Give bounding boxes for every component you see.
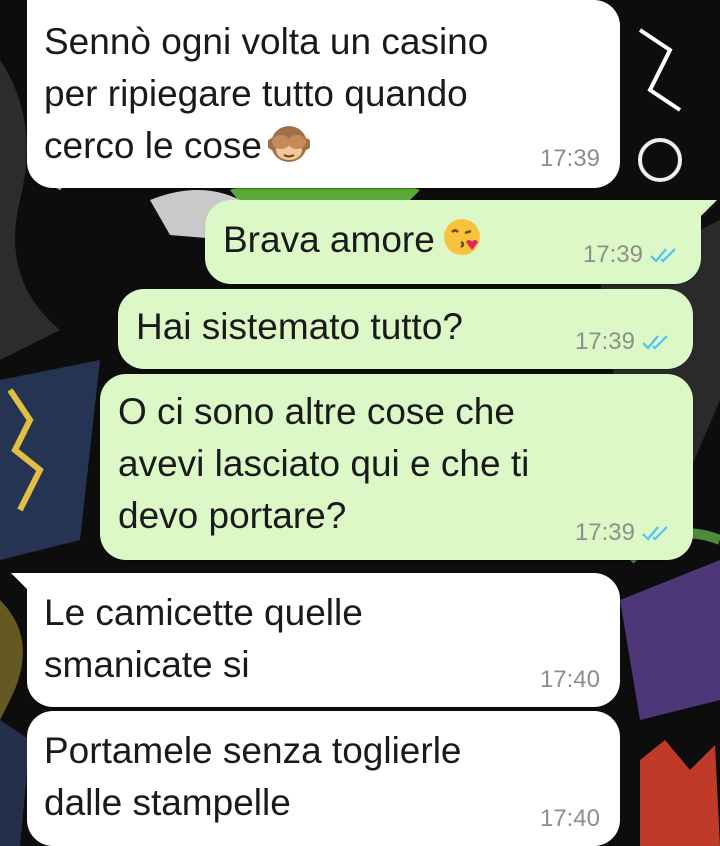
message-text-line: avevi lasciato qui e che ti [118, 443, 530, 484]
incoming-message[interactable]: Sennò ogni volta un casino per ripiegare… [27, 0, 620, 188]
face-blowing-kiss-icon [441, 216, 483, 258]
read-receipt-icon [641, 330, 671, 350]
read-receipt-icon [649, 243, 679, 263]
message-timestamp: 17:39 [582, 241, 643, 268]
outgoing-message[interactable]: Hai sistemato tutto? 17:39 [118, 289, 693, 369]
message-text-line: O ci sono altre cose che [118, 391, 515, 432]
message-text-line: dalle stampelle [44, 782, 291, 823]
message-text-line: devo portare? [118, 495, 347, 536]
message-text-line: Portamele senza toglierle [44, 730, 462, 771]
see-no-evil-monkey-icon [267, 122, 311, 164]
outgoing-message[interactable]: Brava amore 17:39 [205, 200, 717, 284]
message-text-line: Le camicette quelle [44, 592, 363, 633]
outgoing-message[interactable]: O ci sono altre cose che avevi lasciato … [100, 374, 693, 560]
message-text-line: smanicate si [44, 644, 250, 685]
message-text-line: Hai sistemato tutto? [136, 306, 463, 347]
incoming-message[interactable]: Le camicette quelle smanicate si 17:40 [11, 573, 620, 707]
incoming-message[interactable]: Portamele senza toglierle dalle stampell… [27, 711, 620, 846]
message-text-line: cerco le cose [44, 125, 262, 166]
bubble-tail [699, 200, 717, 218]
bubble-tail [11, 573, 29, 591]
read-receipt-icon [641, 521, 671, 541]
message-text-line: per ripiegare tutto quando [44, 73, 468, 114]
message-timestamp: 17:39 [574, 519, 635, 546]
message-timestamp: 17:39 [539, 145, 600, 172]
message-timestamp: 17:39 [574, 328, 635, 355]
message-timestamp: 17:40 [539, 805, 600, 832]
message-text-line: Brava amore [223, 219, 435, 260]
message-text-line: Sennò ogni volta un casino [44, 21, 489, 62]
message-timestamp: 17:40 [539, 666, 600, 693]
